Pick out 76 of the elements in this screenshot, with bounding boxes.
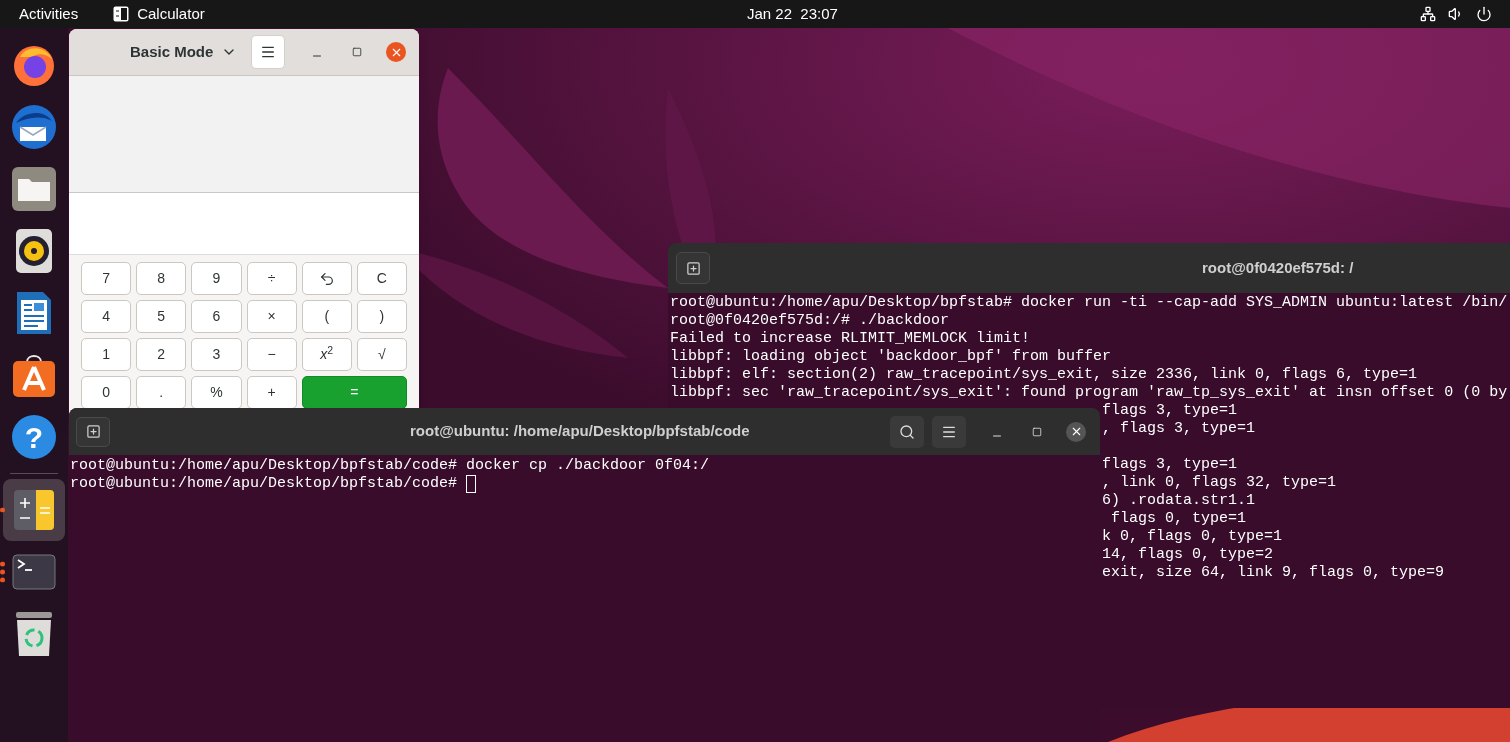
menu-button[interactable] (251, 35, 285, 69)
search-icon (899, 423, 915, 440)
terminal-line: root@ubuntu:/home/apu/Desktop/bpfstab/code# docker cp ./backdoor 0f04:/ (70, 457, 710, 475)
dock-item[interactable]: ? (3, 406, 65, 468)
terminal-line: , flags 3, type=1 (1102, 420, 1257, 438)
calculator-key[interactable]: 5 (136, 300, 187, 333)
network-icon (1420, 6, 1436, 22)
clock[interactable]: Jan 22 23:07 (747, 2, 838, 26)
new-tab-button[interactable] (676, 252, 710, 284)
calculator-key[interactable]: − (246, 338, 297, 371)
terminal-line: k 0, flags 0, type=1 (1102, 528, 1284, 546)
help-icon: ? (12, 415, 56, 459)
window-title: root@ubuntu: /home/apu/Desktop/bpfstab/code (410, 421, 750, 442)
calculator-key[interactable]: 0 (81, 376, 132, 409)
document-icon (15, 290, 53, 336)
entry-field[interactable] (69, 193, 419, 255)
terminal-line: root@0f0420ef575d:/# ./backdoor (670, 312, 951, 330)
terminal-line: 14, flags 0, type=2 (1102, 546, 1275, 564)
calculator-key[interactable]: ) (356, 300, 407, 333)
calculator-key[interactable]: 6 (191, 300, 242, 333)
terminal-line: flags 3, type=1 (1102, 456, 1239, 474)
new-tab-icon (85, 424, 101, 439)
app-menu[interactable]: Calculator (137, 2, 205, 26)
dock-item[interactable] (3, 479, 65, 541)
calculator-key[interactable]: 4 (81, 300, 132, 333)
terminal-line: flags 0, type=1 (1110, 510, 1248, 528)
mail-bird-icon (10, 103, 58, 151)
terminal-line: libbpf: loading object 'backdoor_bpf' from buffer (670, 348, 1113, 366)
terminal-icon (12, 554, 56, 590)
calculator-key[interactable]: % (191, 376, 242, 409)
undo-key[interactable] (301, 262, 352, 295)
running-indicator (0, 507, 5, 513)
speaker-icon (15, 228, 53, 274)
terminal-line: libbpf: elf: section(2) raw_tracepoint/sys_exit, size 2336, link 0, flags 6, type=1 (670, 366, 1419, 384)
window-title: root@0f0420ef575d: / (1202, 257, 1354, 278)
terminal-line: libbpf: sec 'raw_tracepoint/sys_exit': found program 'raw_tp_sys_exit' at insn offset 0 (0 by (670, 384, 1509, 402)
terminal-line: 6) .rodata.str1.1 (1102, 492, 1257, 510)
terminal-line: root@ubuntu:/home/apu/Desktop/bpfstab/code# (70, 475, 459, 493)
shopping-bag-icon (12, 352, 56, 398)
menu-icon (260, 44, 276, 60)
maximize-icon (352, 47, 362, 57)
folder-icon (11, 166, 57, 212)
terminal-line: , link 0, flags 32, type=1 (1102, 474, 1338, 492)
terminal-line: exit, size 64, link 9, flags 0, type=9 (1102, 564, 1446, 582)
calculator-key[interactable]: 9 (191, 262, 242, 295)
calculator-key[interactable]: . (136, 376, 187, 409)
maximize-icon (1032, 426, 1042, 437)
mode-selector[interactable]: Basic Mode (130, 40, 238, 64)
fox-globe-icon (12, 43, 56, 87)
undo-icon (318, 270, 335, 287)
new-tab-button[interactable] (76, 416, 110, 447)
calculator-key[interactable]: ÷ (246, 262, 297, 295)
calculator-key[interactable]: + (246, 376, 297, 409)
search-button[interactable] (890, 415, 924, 448)
calculator-key[interactable]: C (356, 262, 407, 295)
running-indicator (0, 561, 5, 583)
activities-button[interactable]: Activities (19, 2, 79, 26)
terminal-line: flags 3, type=1 (1102, 402, 1239, 420)
calculator-key[interactable]: √ (356, 338, 407, 371)
calculator-key[interactable]: x$^{2}$ (301, 338, 352, 371)
calculator-icon (113, 6, 130, 22)
terminal-line: root@ubuntu:/home/apu/Desktop/bpfstab# docker run -ti --cap-add SYS_ADMIN ubuntu:latest /bin/ (670, 294, 1509, 312)
calculator-key[interactable]: ( (301, 300, 352, 333)
menu-button[interactable] (932, 415, 966, 448)
calculator-key[interactable]: 3 (191, 338, 242, 371)
power-icon (1476, 6, 1492, 22)
recycle-bin-icon (14, 611, 54, 657)
calculator-key[interactable]: 8 (136, 262, 187, 295)
calculator-key[interactable]: 2 (136, 338, 187, 371)
calculator-key[interactable]: 1 (81, 338, 132, 371)
new-tab-icon (685, 260, 701, 276)
terminal-line: Failed to increase RLIMIT_MEMLOCK limit! (670, 330, 1032, 348)
close-button[interactable] (1066, 421, 1086, 442)
calculator-key[interactable]: × (246, 300, 297, 333)
calculator-key[interactable]: 7 (81, 262, 132, 295)
calculator-icon (13, 489, 55, 531)
